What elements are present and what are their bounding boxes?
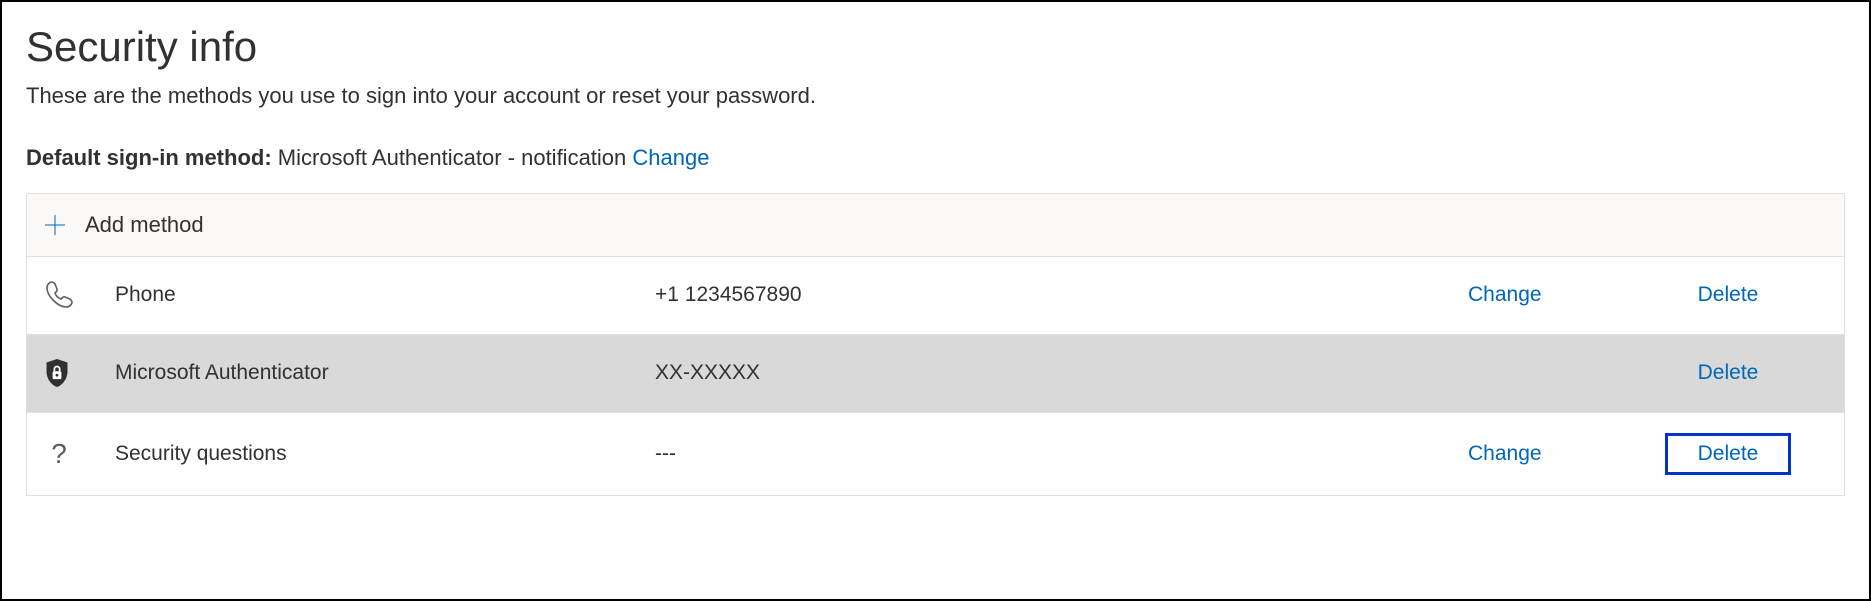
method-icon-cell: ? — [43, 438, 115, 470]
method-icon-cell — [43, 357, 115, 389]
method-change-cell: Change — [1468, 283, 1628, 307]
delete-link[interactable]: Delete — [1665, 433, 1792, 475]
method-name: Phone — [115, 283, 655, 307]
method-name: Security questions — [115, 442, 655, 466]
plus-icon — [43, 213, 67, 237]
change-link[interactable]: Change — [1468, 283, 1542, 306]
change-link[interactable]: Change — [1468, 442, 1542, 465]
default-signin-label: Default sign-in method: — [26, 145, 272, 170]
phone-icon — [43, 279, 75, 311]
method-value: +1 1234567890 — [655, 283, 1468, 307]
shield-lock-icon — [43, 357, 71, 389]
question-icon: ? — [43, 438, 75, 470]
method-row: Phone+1 1234567890Change Delete — [27, 257, 1844, 335]
default-signin-value: Microsoft Authenticator - notification — [278, 145, 627, 170]
method-value: --- — [655, 442, 1468, 466]
add-method-button[interactable]: Add method — [27, 194, 1844, 257]
delete-link[interactable]: Delete — [1698, 361, 1759, 384]
method-row: ? Security questions---Change Delete — [27, 413, 1844, 496]
method-value: XX-XXXXX — [655, 361, 1468, 385]
method-row: Microsoft AuthenticatorXX-XXXXX Delete — [27, 335, 1844, 413]
method-icon-cell — [43, 279, 115, 311]
method-change-cell: Change — [1468, 442, 1628, 466]
default-signin-change-link[interactable]: Change — [632, 145, 709, 170]
method-delete-cell: Delete — [1628, 283, 1828, 307]
add-method-label: Add method — [85, 212, 204, 238]
method-name: Microsoft Authenticator — [115, 361, 655, 385]
method-delete-cell: Delete — [1628, 361, 1828, 385]
page-title: Security info — [26, 20, 1845, 75]
default-signin-line: Default sign-in method: Microsoft Authen… — [26, 145, 1845, 171]
delete-link[interactable]: Delete — [1698, 283, 1759, 306]
security-info-page: Security info These are the methods you … — [0, 0, 1871, 601]
method-delete-cell: Delete — [1628, 433, 1828, 475]
methods-panel: Add method Phone+1 1234567890ChangeDelet… — [26, 193, 1845, 496]
page-subtitle: These are the methods you use to sign in… — [26, 83, 1845, 109]
